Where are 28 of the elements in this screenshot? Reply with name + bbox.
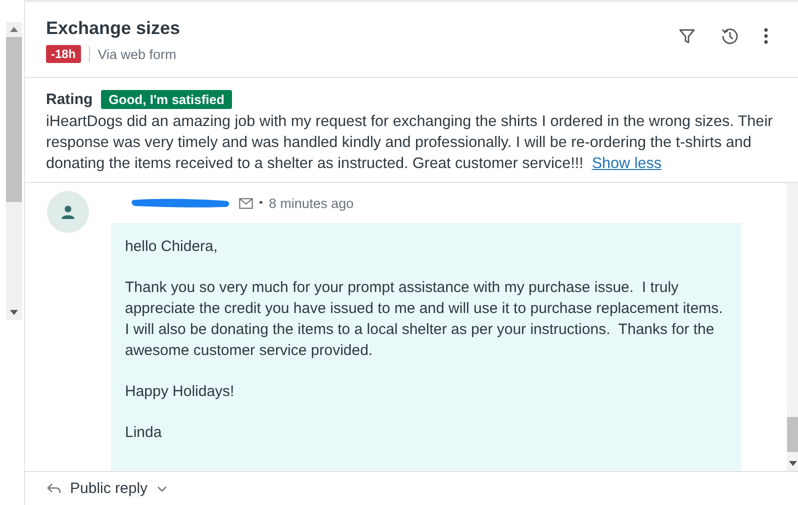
scrollbar[interactable]: [787, 183, 798, 471]
person-icon: [61, 205, 75, 219]
scrollbar-thumb[interactable]: [787, 417, 798, 452]
age-badge: -18h: [46, 45, 81, 63]
chevron-down-icon: [156, 486, 167, 492]
channel-label: Via web form: [98, 46, 176, 62]
message-paragraph: hello Chidera,: [125, 237, 219, 257]
scroll-down-icon[interactable]: [10, 310, 18, 315]
show-less-link[interactable]: Show less: [592, 155, 662, 172]
scroll-up-icon[interactable]: [10, 27, 18, 32]
scrollbar[interactable]: [6, 22, 22, 320]
more-icon: [764, 28, 768, 44]
message-paragraph: Happy Holidays!: [125, 382, 236, 402]
rating-comment: iHeartDogs did an amazing job with my request for exchanging the shirts I ordered in the wrong sizes. Their response was very timely and was handled kindly and professionally. I will be re-ordering the t-shirts and donating the items received to a shelter as instructed. Great customer service!!! Show less: [46, 112, 774, 174]
message-paragraph: Thank you so very much for your prompt assistance with my purchase issue. I truly appreciate the credit you have issued to me and will use it to purchase replacement items. I will also be donating the items to a local shelter as per your instructions. Thanks for the awesome customer service provided.: [125, 278, 724, 361]
reply-mode-button[interactable]: Public reply: [41, 479, 173, 498]
ticket-title: Exchange sizes: [46, 18, 180, 39]
email-icon: [239, 198, 253, 208]
scroll-down-icon[interactable]: [788, 461, 796, 466]
message-time: 8 minutes ago: [268, 196, 354, 210]
rating-label: Rating: [46, 91, 93, 108]
scrollbar-thumb[interactable]: [6, 37, 22, 202]
filter-icon: [678, 26, 696, 44]
rating-badge: Good, I'm satisfied: [100, 90, 232, 109]
message-paragraph: Linda: [125, 423, 163, 443]
reply-icon: [47, 483, 61, 494]
separator-dot: •: [259, 197, 263, 209]
history-icon: [720, 26, 740, 46]
